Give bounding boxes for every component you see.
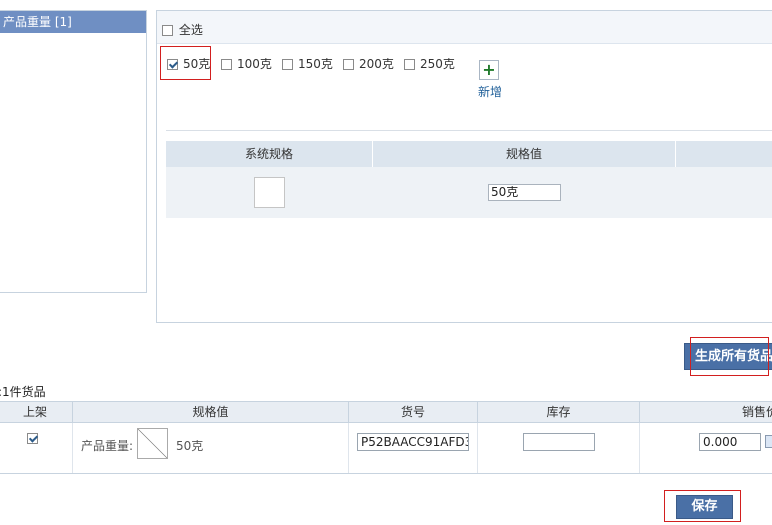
spec-option-checkbox[interactable] (282, 59, 293, 70)
spec-value-label: 50克 (176, 439, 204, 453)
select-all-checkbox[interactable] (162, 25, 173, 36)
goods-table-header: 上架 规格值 货号 库存 销售价 (0, 401, 772, 423)
goods-count: :1件货品 (0, 385, 46, 399)
plus-icon: + (482, 60, 496, 79)
spec-table-row: 50克 (166, 167, 772, 218)
cell-on-shelf (0, 423, 73, 473)
highlight-box (160, 46, 211, 80)
col-extra (676, 141, 772, 167)
spec-image-placeholder[interactable] (254, 177, 285, 208)
spec-value-input[interactable]: 50克 (488, 184, 561, 201)
cell-price: 0.000 (640, 423, 772, 473)
spec-option-150g[interactable]: 150克 (282, 56, 333, 72)
table-row: 产品重量: 50克 P52BAACC91AFD3 0.000 (0, 423, 772, 474)
spec-option-250g[interactable]: 250克 (404, 56, 455, 72)
select-all-checkbox-wrap[interactable]: 全选 (162, 21, 203, 38)
highlight-box (690, 337, 769, 376)
divider (166, 130, 772, 131)
spec-image-thumb (137, 428, 168, 459)
select-all-label: 全选 (178, 23, 203, 37)
col-spec-value: 规格值 (73, 402, 349, 422)
spec-option-label: 250克 (420, 57, 455, 71)
spec-option-checkbox[interactable] (221, 59, 232, 70)
cell-spec-value: 产品重量: 50克 (73, 423, 349, 473)
stock-input[interactable] (523, 433, 595, 451)
spec-option-100g[interactable]: 100克 (221, 56, 272, 72)
spec-type-item-weight[interactable]: 产品重量 [1] (0, 11, 146, 33)
spec-name-label: 产品重量: (81, 439, 134, 453)
cell-stock (478, 423, 640, 473)
spec-table: 系统规格 规格值 50克 (166, 141, 772, 218)
spec-option-label: 150克 (298, 57, 333, 71)
spec-option-checkbox[interactable] (343, 59, 354, 70)
on-shelf-checkbox[interactable] (27, 433, 38, 444)
spec-table-header: 系统规格 规格值 (166, 141, 772, 167)
highlight-box (664, 490, 741, 522)
cell-sku: P52BAACC91AFD3 (349, 423, 478, 473)
col-stock: 库存 (478, 402, 640, 422)
price-picker-icon[interactable] (765, 435, 772, 448)
col-price: 销售价 (742, 405, 772, 419)
col-sku: 货号 (349, 402, 478, 422)
price-input[interactable]: 0.000 (699, 433, 761, 451)
spec-type-panel: 产品重量 [1] (0, 10, 147, 293)
spec-option-label: 100克 (237, 57, 272, 71)
spec-option-200g[interactable]: 200克 (343, 56, 394, 72)
spec-option-label: 200克 (359, 57, 394, 71)
col-on-shelf: 上架 (0, 402, 73, 422)
sku-input[interactable]: P52BAACC91AFD3 (357, 433, 469, 451)
select-all-bar: 全选 (157, 11, 772, 44)
add-spec-button[interactable]: + (479, 60, 499, 80)
spec-option-checkbox[interactable] (404, 59, 415, 70)
col-spec-value: 规格值 (373, 141, 676, 167)
add-spec-label[interactable]: 新增 (478, 83, 502, 100)
col-system-spec: 系统规格 (166, 141, 373, 167)
